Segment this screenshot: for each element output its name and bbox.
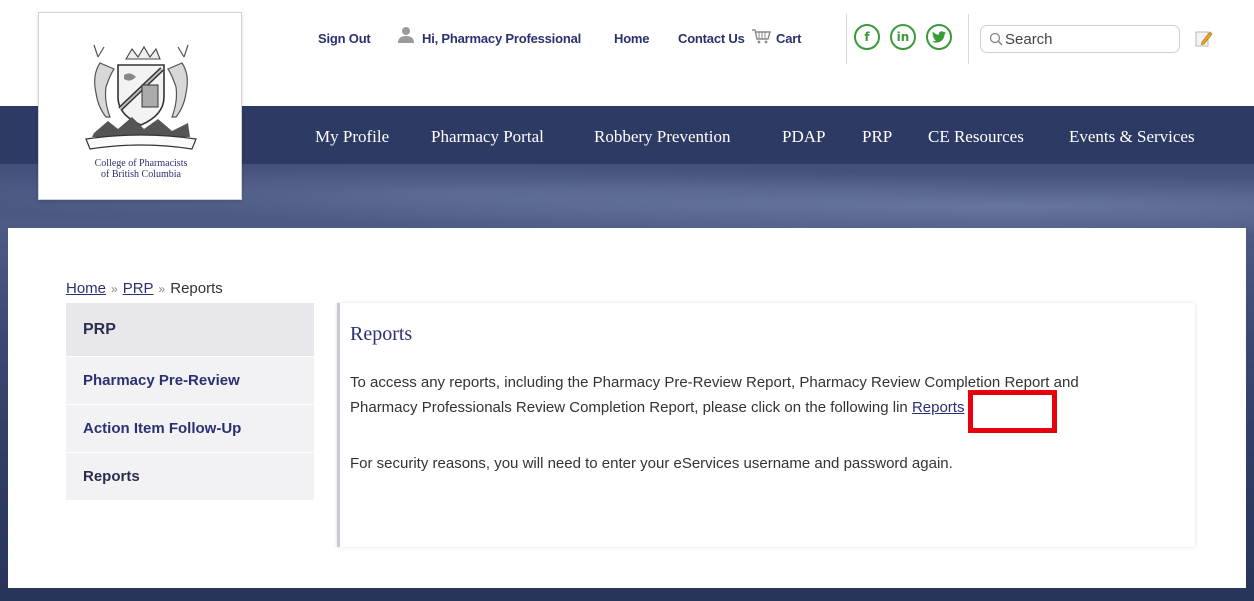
- intro-text-line2: Pharmacy Professionals Review Completion…: [350, 399, 964, 416]
- nav-pdap[interactable]: PDAP: [782, 127, 825, 147]
- logo-text-line2: of British Columbia: [101, 169, 181, 180]
- highlight-box: [968, 390, 1057, 433]
- search-input[interactable]: [1005, 29, 1173, 49]
- breadcrumb-home-link[interactable]: Home: [66, 280, 106, 297]
- nav-events-services[interactable]: Events & Services: [1069, 127, 1195, 147]
- breadcrumb-separator: »: [111, 282, 118, 296]
- college-logo[interactable]: College of Pharmacists of British Columb…: [38, 12, 242, 200]
- cart-icon: [752, 29, 771, 44]
- edit-icon[interactable]: [1194, 28, 1214, 48]
- coat-of-arms-icon: [85, 44, 197, 150]
- user-icon: [398, 27, 414, 43]
- divider: [846, 14, 847, 64]
- breadcrumb-separator: »: [158, 282, 166, 296]
- sidebar-item-action-item-follow-up[interactable]: Action Item Follow-Up: [66, 404, 314, 452]
- search-box[interactable]: [980, 25, 1180, 53]
- reports-link[interactable]: Reports: [912, 399, 965, 416]
- sidebar-item-pharmacy-pre-review[interactable]: Pharmacy Pre-Review: [66, 356, 314, 404]
- facebook-icon[interactable]: f: [854, 24, 880, 50]
- linkedin-icon[interactable]: in: [890, 24, 916, 50]
- intro-text: To access any reports, including the Pha…: [350, 374, 1079, 391]
- breadcrumb-current: Reports: [170, 280, 223, 297]
- nav-prp[interactable]: PRP: [862, 127, 892, 147]
- content-card: Reports To access any reports, including…: [337, 303, 1195, 547]
- nav-robbery-prevention[interactable]: Robbery Prevention: [594, 127, 730, 147]
- sign-out-link[interactable]: Sign Out: [318, 31, 371, 46]
- twitter-icon[interactable]: [926, 24, 952, 50]
- divider: [968, 14, 969, 64]
- nav-ce-resources[interactable]: CE Resources: [928, 127, 1024, 147]
- intro-text-prefix: Pharmacy Professionals Review Completion…: [350, 399, 908, 416]
- nav-my-profile[interactable]: My Profile: [315, 127, 389, 147]
- cart-link[interactable]: Cart: [776, 31, 801, 46]
- page-title: Reports: [350, 323, 413, 345]
- breadcrumb: Home » PRP » Reports: [66, 280, 223, 297]
- contact-us-link[interactable]: Contact Us: [678, 31, 745, 46]
- breadcrumb-prp-link[interactable]: PRP: [123, 280, 154, 297]
- twitter-bird-glyph: [932, 31, 946, 43]
- logo-text-line1: College of Pharmacists: [94, 158, 188, 169]
- home-link[interactable]: Home: [614, 31, 650, 46]
- main-panel: Home » PRP » Reports PRP Pharmacy Pre-Review…: [8, 228, 1246, 588]
- search-icon: [989, 32, 1003, 46]
- user-greeting[interactable]: Hi, Pharmacy Professional: [422, 31, 581, 46]
- sidebar: PRP Pharmacy Pre-Review Action Item Foll…: [66, 303, 314, 500]
- nav-pharmacy-portal[interactable]: Pharmacy Portal: [431, 127, 544, 147]
- sidebar-heading: PRP: [66, 303, 314, 356]
- security-note: For security reasons, you will need to e…: [350, 455, 953, 472]
- sidebar-item-reports[interactable]: Reports: [66, 452, 314, 500]
